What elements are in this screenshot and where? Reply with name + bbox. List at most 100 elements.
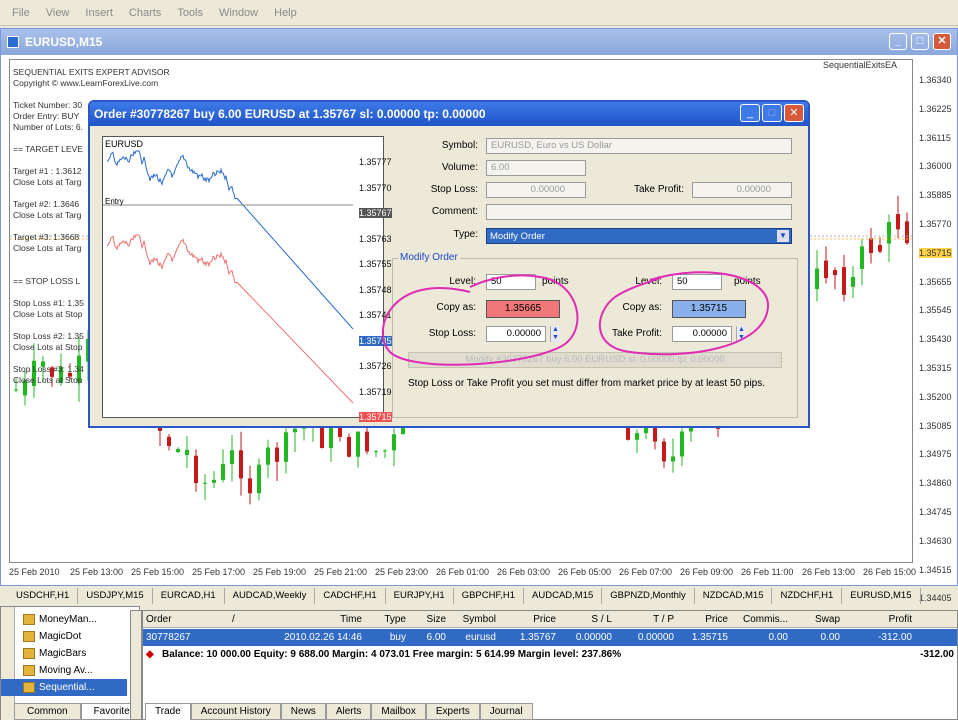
price-tick-label: 1.35085	[919, 420, 952, 431]
price-tick-label: 1.36115	[919, 132, 951, 143]
terminal-tab[interactable]: Account History	[190, 703, 281, 720]
tp-copy-button[interactable]: 1.35715	[672, 300, 746, 318]
navigator-tab[interactable]: Common	[14, 703, 81, 720]
column-header[interactable]: Symbol	[449, 614, 499, 625]
candle-body	[230, 450, 234, 465]
column-header[interactable]: Commis...	[731, 614, 791, 625]
dialog-title: Order #30778267 buy 6.00 EURUSD at 1.357…	[90, 102, 808, 126]
dialog-close-button[interactable]: ✕	[784, 104, 804, 122]
menu-item[interactable]: View	[46, 7, 70, 19]
sl-stoploss-stepper[interactable]: ▲ ▼	[550, 326, 560, 342]
candle-body	[815, 268, 819, 290]
comment-label: Comment:	[431, 206, 478, 217]
column-header[interactable]: Size	[409, 614, 449, 625]
balance-icon: ◆	[146, 649, 154, 660]
close-button[interactable]: ✕	[933, 33, 951, 50]
sl-level-field[interactable]: 50	[486, 274, 536, 290]
symbol-tab[interactable]: EURUSD,M15	[842, 588, 921, 604]
symbol-tab[interactable]: USDJPY,M15	[78, 588, 153, 604]
order-type-select[interactable]: Modify Order ▼	[486, 228, 792, 244]
chevron-down-icon[interactable]: ▼	[777, 230, 789, 242]
terminal-tab[interactable]: Alerts	[325, 703, 372, 720]
terminal-tab[interactable]: Experts	[425, 703, 480, 720]
tp-level-field[interactable]: 50	[672, 274, 722, 290]
sl-stoploss-field[interactable]: 0.00000	[486, 326, 546, 342]
tick-chart-lines	[103, 150, 354, 404]
navigator-item[interactable]: Moving Av...	[1, 662, 127, 679]
column-header[interactable]: T / P	[615, 614, 677, 625]
symbol-tab[interactable]: EURCAD,H1	[153, 588, 225, 604]
takeprofit-field[interactable]: 0.00000	[692, 182, 792, 198]
column-header[interactable]: Type	[365, 614, 409, 625]
ea-info-line: Copyright © www.LearnForexLive.com	[13, 78, 159, 88]
menu-item[interactable]: Charts	[129, 7, 161, 19]
type-label: Type:	[453, 229, 478, 240]
min-distance-note: Stop Loss or Take Profit you set must di…	[408, 378, 766, 389]
terminal-tab[interactable]: Journal	[479, 703, 533, 720]
navigator-item-label: MagicDot	[39, 631, 82, 642]
maximize-button[interactable]: □	[911, 33, 929, 50]
stoploss-field[interactable]: 0.00000	[486, 182, 586, 198]
terminal-tab[interactable]: Mailbox	[371, 703, 426, 720]
table-cell: 1.35715	[691, 632, 728, 643]
candle-body	[878, 244, 882, 252]
column-header[interactable]: /	[229, 614, 251, 625]
candle-body	[851, 276, 855, 287]
symbol-tab[interactable]: GBPNZD,Monthly	[602, 588, 695, 604]
navigator-item[interactable]: Sequential...	[1, 679, 127, 696]
column-header[interactable]: Order	[143, 614, 229, 625]
candle-body	[671, 456, 675, 462]
balance-line: Balance: 10 000.00 Equity: 9 688.00 Marg…	[162, 649, 622, 660]
candle-body	[194, 455, 198, 484]
column-header[interactable]: Price	[499, 614, 559, 625]
time-tick-label: 25 Feb 17:00	[192, 567, 246, 577]
candle-body	[284, 432, 288, 462]
menu-item[interactable]: Tools	[177, 7, 203, 19]
symbol-tab[interactable]: GBPCHF,H1	[454, 588, 525, 604]
menu-item[interactable]: Window	[219, 7, 258, 19]
dialog-minimize-button[interactable]: _	[740, 104, 760, 122]
column-header[interactable]: S / L	[559, 614, 615, 625]
tick-chart-price-label: 1.35741	[359, 310, 392, 320]
symbol-tab[interactable]: CADCHF,H1	[315, 588, 386, 604]
navigator-item[interactable]: MagicDot	[1, 628, 127, 645]
ea-info-line	[13, 89, 170, 100]
table-row[interactable]: 30778267 2010.02.26 14:46 buy 6.00 eurusd 1.3…	[143, 629, 957, 646]
time-tick-label: 26 Feb 03:00	[497, 567, 551, 577]
tick-chart-price-label: 1.35767	[359, 208, 392, 218]
candle-body	[248, 478, 252, 494]
volume-field[interactable]: 6.00	[486, 160, 586, 176]
symbol-tab[interactable]: EURJPY,H1	[386, 588, 454, 604]
symbol-select[interactable]: EURUSD, Euro vs US Dollar	[486, 138, 792, 154]
terminal-tab[interactable]: News	[280, 703, 326, 720]
tick-chart-price-label: 1.35735	[359, 335, 392, 346]
symbol-tab[interactable]: NZDCHF,H1	[772, 588, 843, 604]
menu-item[interactable]: Help	[274, 7, 297, 19]
tick-chart: EURUSD Entry 1.35777 1.35770 1.35767 1.3576…	[102, 136, 392, 422]
tp-takeprofit-stepper[interactable]: ▲ ▼	[736, 326, 746, 342]
symbol-tab[interactable]: NZDCAD,M15	[695, 588, 773, 604]
symbol-tab[interactable]: AUDCAD,Weekly	[225, 588, 316, 604]
candle-body	[374, 451, 378, 453]
column-header[interactable]: Swap	[791, 614, 843, 625]
navigator-item[interactable]: MagicBars	[1, 645, 127, 662]
menu-bar: File View Insert Charts Tools Window Help	[0, 0, 958, 26]
tick-line	[106, 150, 354, 330]
tp-takeprofit-field[interactable]: 0.00000	[672, 326, 732, 342]
candle-body	[221, 464, 225, 480]
column-header[interactable]: Price	[677, 614, 731, 625]
menu-item[interactable]: Insert	[85, 7, 113, 19]
symbol-tab[interactable]: AUDCAD,M15	[524, 588, 603, 604]
symbol-tab[interactable]: USDCHF,H1	[8, 588, 79, 604]
sl-copy-button[interactable]: 1.35665	[486, 300, 560, 318]
menu-item[interactable]: File	[12, 7, 30, 19]
column-header[interactable]: Profit	[843, 614, 915, 625]
terminal-tab[interactable]: Trade	[145, 703, 191, 720]
navigator-item[interactable]: MoneyMan...	[1, 611, 127, 628]
column-header[interactable]: Time	[251, 614, 365, 625]
dialog-maximize-button[interactable]: □	[762, 104, 782, 122]
minimize-button[interactable]: _	[889, 33, 907, 50]
modify-button[interactable]: Modify #30778267 buy 6.00 EURUSD sl: 0.0…	[408, 352, 782, 368]
comment-field[interactable]	[486, 204, 792, 220]
table-cell: 0.00000	[575, 632, 612, 643]
